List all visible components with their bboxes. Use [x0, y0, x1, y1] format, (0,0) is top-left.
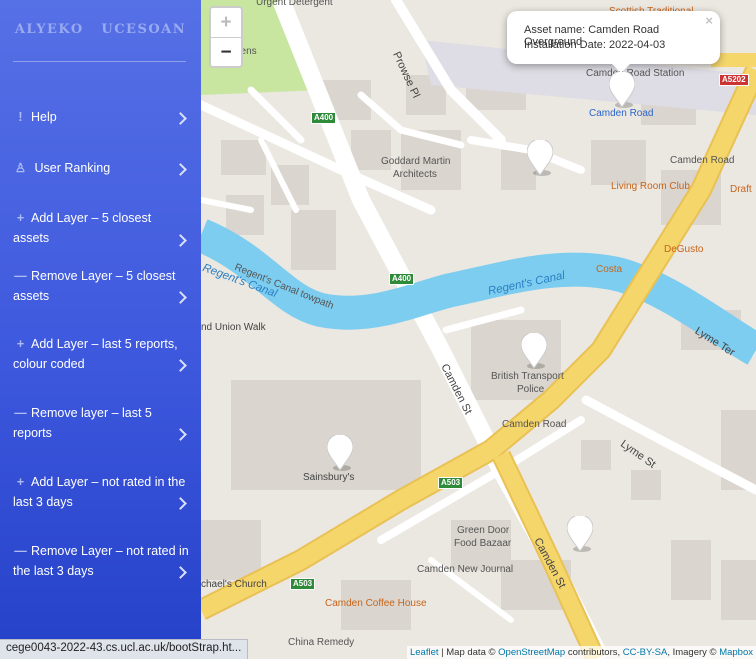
map-marker[interactable] — [567, 516, 593, 552]
brand-divider — [13, 61, 186, 62]
road-shield-a503-b: A503 — [290, 578, 316, 590]
attribution-text: contributors, — [565, 647, 623, 658]
map-marker-camden-road-overground[interactable] — [609, 72, 635, 108]
label-church: chael's Church — [201, 579, 267, 590]
menu-item-label: Remove Layer – not rated in the last 3 d… — [13, 544, 189, 578]
attribution-text: | Map data © — [438, 647, 499, 658]
menu-item-label: Add Layer – 5 closest assets — [13, 211, 152, 245]
menu-item-add-last-reports[interactable]: + Add Layer – last 5 reports, colour code… — [13, 335, 189, 374]
zoom-in-button[interactable]: + — [211, 8, 241, 38]
menu-item-label: Remove layer – last 5 reports — [13, 406, 152, 440]
mapbox-link[interactable]: Mapbox — [719, 647, 753, 658]
sidebar: ALYEKO UCESOAN ! Help ♙ User Ranking + Add… — [0, 0, 201, 659]
label-camden-road-station-blue: Camden Road — [589, 108, 654, 119]
label-degusto: DeGusto — [664, 244, 704, 255]
chevron-right-icon — [174, 291, 187, 304]
plus-icon: + — [16, 475, 25, 489]
chevron-right-icon — [174, 234, 187, 247]
menu-item-add-not-rated[interactable]: + Add Layer – not rated in the last 3 day… — [13, 473, 189, 512]
label-architects: Architects — [393, 169, 437, 180]
label-draft: Draft — [730, 184, 752, 195]
menu-item-remove-last-reports[interactable]: — Remove layer – last 5 reports — [13, 404, 189, 443]
asset-popup: Asset name: Camden Road Overground Insta… — [507, 11, 720, 73]
map-marker[interactable] — [521, 333, 547, 369]
brand: ALYEKO UCESOAN — [0, 22, 201, 37]
map-marker[interactable] — [527, 140, 553, 176]
plus-icon: + — [16, 211, 25, 225]
attribution-text: , Imagery © — [667, 647, 720, 658]
label-union-walk: nd Union Walk — [201, 322, 266, 333]
map-attribution: Leaflet | Map data © OpenStreetMap contr… — [406, 646, 756, 659]
user-icon: ♙ — [14, 161, 27, 175]
label-british-transport: British Transport — [491, 371, 564, 382]
close-icon[interactable]: × — [705, 13, 713, 28]
label-camden-road-station: Camden Road Station — [586, 68, 685, 79]
label-urgent-detergent: Urgent Detergent — [256, 0, 333, 8]
plus-icon: + — [16, 337, 25, 351]
chevron-right-icon — [174, 359, 187, 372]
label-camden-road-2: Camden Road — [502, 419, 567, 430]
label-camden-coffee-house: Camden Coffee House — [325, 598, 427, 609]
chevron-right-icon — [174, 428, 187, 441]
label-china-remedy: China Remedy — [288, 637, 355, 648]
popup-tip — [611, 63, 631, 73]
chevron-right-icon — [174, 566, 187, 579]
menu-item-label: Add Layer – not rated in the last 3 days — [13, 475, 186, 509]
brand-right: UCESOAN — [101, 22, 187, 37]
menu-item-user-ranking[interactable]: ♙ User Ranking — [13, 159, 189, 179]
road-shield-a503: A503 — [438, 477, 464, 489]
label-camden-road-1: Camden Road — [670, 155, 735, 166]
menu-item-label: Help — [31, 110, 57, 124]
chevron-right-icon — [174, 163, 187, 176]
minus-icon: — — [14, 269, 27, 283]
label-living-room-club: Living Room Club — [611, 181, 690, 192]
menu-item-label: Add Layer – last 5 reports, colour coded — [13, 337, 178, 371]
chevron-right-icon — [174, 497, 187, 510]
chevron-right-icon — [174, 112, 187, 125]
status-bar-url: cege0043-2022-43.cs.ucl.ac.uk/bootStrap.… — [0, 639, 249, 659]
minus-icon: — — [14, 544, 27, 558]
menu-item-help[interactable]: ! Help — [13, 108, 189, 128]
label-food-bazaar: Food Bazaar — [454, 538, 512, 549]
map-tiles — [201, 0, 756, 659]
road-shield-a400-top: A400 — [311, 112, 337, 124]
minus-icon: — — [14, 406, 27, 420]
map-marker[interactable] — [327, 435, 353, 471]
osm-link[interactable]: OpenStreetMap — [498, 647, 565, 658]
zoom-control: + − — [209, 6, 243, 68]
label-police: Police — [517, 384, 545, 395]
label-sainsburys: Sainsbury's — [303, 472, 355, 483]
menu-item-label: User Ranking — [34, 161, 111, 175]
map[interactable]: Urgent Detergent Scottish Traditional de… — [201, 0, 756, 659]
menu-item-label: Remove Layer – 5 closest assets — [13, 269, 176, 303]
menu-item-remove-not-rated[interactable]: — Remove Layer – not rated in the last 3 … — [13, 542, 189, 581]
label-goddard-martin: Goddard Martin — [381, 156, 451, 167]
cc-by-sa-link[interactable]: CC-BY-SA — [623, 647, 668, 658]
exclamation-icon: ! — [18, 110, 23, 124]
zoom-out-button[interactable]: − — [211, 38, 241, 67]
leaflet-link[interactable]: Leaflet — [410, 647, 439, 658]
label-costa: Costa — [596, 264, 623, 275]
menu-item-add-closest[interactable]: + Add Layer – 5 closest assets — [13, 209, 189, 248]
road-shield-a400-mid: A400 — [389, 273, 415, 285]
menu-item-remove-closest[interactable]: — Remove Layer – 5 closest assets — [13, 267, 189, 306]
label-green-door: Green Door — [457, 525, 510, 536]
brand-left: ALYEKO — [14, 22, 84, 37]
popup-installation-date: Installation Date: 2022-04-03 — [524, 39, 666, 51]
label-camden-new-journal: Camden New Journal — [417, 564, 514, 575]
road-shield-a5202: A5202 — [719, 74, 749, 86]
